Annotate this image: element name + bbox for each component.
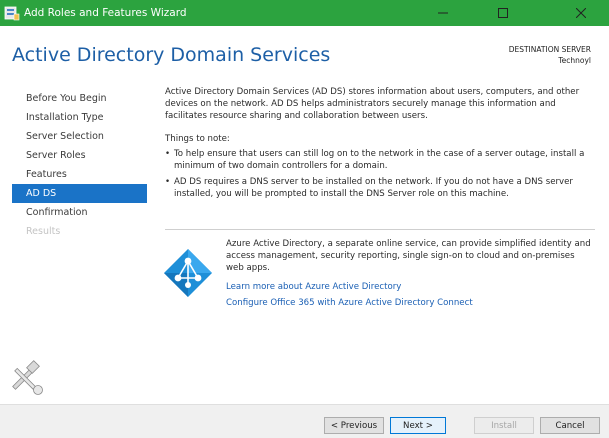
nav-item-features[interactable]: Features <box>12 165 147 184</box>
nav-item-before-you-begin[interactable]: Before You Begin <box>12 89 147 108</box>
things-to-note-heading: Things to note: <box>165 134 230 144</box>
next-button[interactable]: Next > <box>390 417 446 434</box>
destination-server-label: DESTINATION SERVER <box>508 45 591 54</box>
things-to-note-list: To help ensure that users can still log … <box>165 148 595 200</box>
nav-item-server-selection[interactable]: Server Selection <box>12 127 147 146</box>
close-button[interactable] <box>553 0 609 26</box>
previous-button[interactable]: < Previous <box>324 417 384 434</box>
title-bar: Add Roles and Features Wizard <box>0 0 609 26</box>
azure-description-text: Azure Active Directory, a separate onlin… <box>226 239 591 273</box>
list-item: AD DS requires a DNS server to be instal… <box>165 176 595 200</box>
wizard-nav: Before You Begin Installation Type Serve… <box>12 89 147 241</box>
nav-item-server-roles[interactable]: Server Roles <box>12 146 147 165</box>
window-title: Add Roles and Features Wizard <box>24 7 187 19</box>
maximize-icon <box>498 8 508 18</box>
install-button: Install <box>474 417 534 434</box>
nav-item-installation-type[interactable]: Installation Type <box>12 108 147 127</box>
nav-item-confirmation[interactable]: Confirmation <box>12 203 147 222</box>
cancel-button[interactable]: Cancel <box>540 417 600 434</box>
learn-more-azure-ad-link[interactable]: Learn more about Azure Active Directory <box>226 281 401 293</box>
list-item: To help ensure that users can still log … <box>165 148 595 172</box>
section-divider <box>165 229 595 230</box>
server-manager-icon <box>4 6 20 21</box>
destination-server-value: Technoyl <box>558 56 591 65</box>
configure-office365-link[interactable]: Configure Office 365 with Azure Active D… <box>226 297 473 309</box>
maximize-button[interactable] <box>481 0 525 26</box>
nav-item-ad-ds[interactable]: AD DS <box>12 184 147 203</box>
wizard-footer: < Previous Next > Install Cancel <box>0 404 609 438</box>
close-icon <box>576 8 586 18</box>
intro-paragraph: Active Directory Domain Services (AD DS)… <box>165 87 580 121</box>
wizard-window: Add Roles and Features Wizard Active Dir… <box>0 0 609 438</box>
nav-item-results: Results <box>26 226 61 237</box>
azure-active-directory-icon <box>164 249 212 297</box>
minimize-icon <box>438 12 448 14</box>
wrench-hammer-icon <box>12 360 43 395</box>
minimize-button[interactable] <box>421 0 465 26</box>
main-content: Active Directory Domain Services (AD DS)… <box>165 86 595 204</box>
azure-description: Azure Active Directory, a separate onlin… <box>226 238 594 276</box>
page-title: Active Directory Domain Services <box>12 44 331 66</box>
